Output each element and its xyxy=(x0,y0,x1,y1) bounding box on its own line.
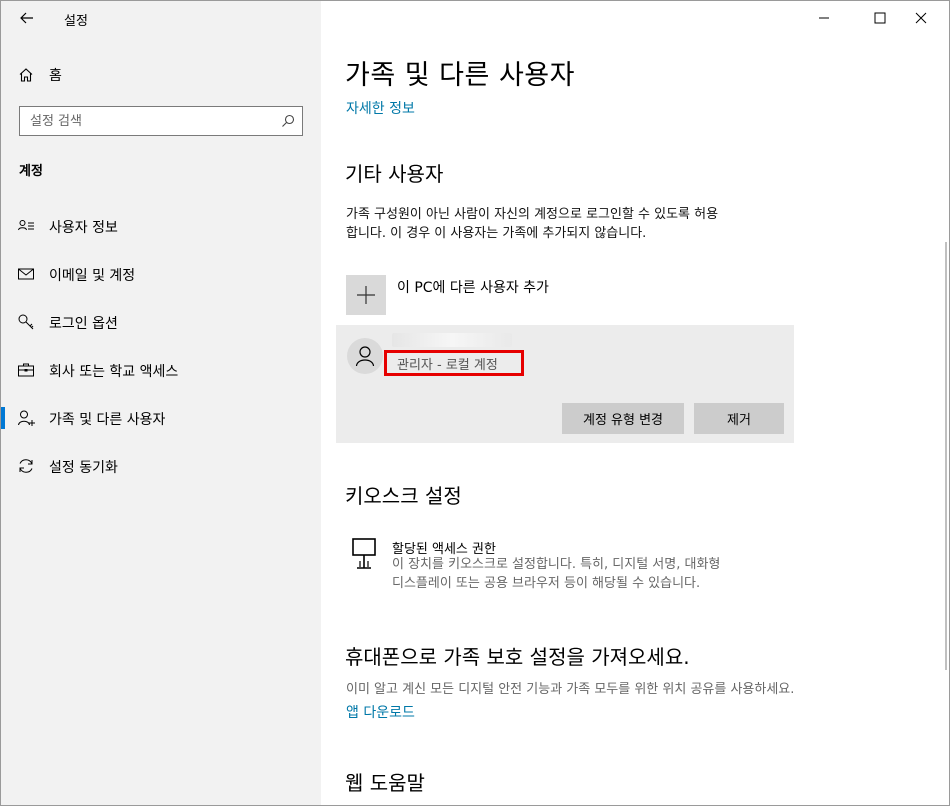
assigned-access-description: 이 장치를 키오스크로 설정합니다. 특히, 디지털 서명, 대화형 디스플레이… xyxy=(392,555,720,593)
plus-icon xyxy=(357,286,375,304)
web-help-heading: 웹 도움말 xyxy=(345,771,425,795)
close-button[interactable] xyxy=(898,1,944,35)
remove-button[interactable]: 제거 xyxy=(694,403,784,434)
briefcase-icon xyxy=(17,361,35,379)
user-info-icon xyxy=(17,217,35,235)
maximize-icon xyxy=(874,12,886,24)
page-title: 가족 및 다른 사용자 xyxy=(345,60,575,91)
sidebar-item-label: 이메일 및 계정 xyxy=(49,268,136,284)
description-line: 합니다. 이 경우 이 사용자는 가족에 추가되지 않습니다. xyxy=(346,226,647,241)
nav-home-label: 홈 xyxy=(49,68,62,84)
description-line: 이 장치를 키오스크로 설정합니다. 특히, 디지털 서명, 대화형 xyxy=(392,557,721,572)
description-line: 디스플레이 또는 공용 브라우저 등이 해당될 수 있습니다. xyxy=(392,576,701,591)
add-user-button[interactable] xyxy=(346,275,386,315)
search-icon[interactable] xyxy=(280,113,296,129)
sidebar-item-label: 회사 또는 학교 액세스 xyxy=(49,364,179,380)
add-user-row[interactable]: 이 PC에 다른 사용자 추가 xyxy=(346,274,549,316)
other-users-heading: 기타 사용자 xyxy=(345,162,444,186)
sidebar-section-title: 계정 xyxy=(19,164,43,179)
kiosk-heading: 키오스크 설정 xyxy=(345,484,462,508)
key-icon xyxy=(17,313,35,331)
description-line: 가족 구성원이 아닌 사람이 자신의 계정으로 로그인할 수 있도록 허용 xyxy=(346,207,719,222)
search-input[interactable] xyxy=(30,112,270,130)
sidebar-item-work-school[interactable]: 회사 또는 학교 액세스 xyxy=(1,350,321,390)
person-add-icon xyxy=(17,409,35,427)
sidebar-item-label: 로그인 옵션 xyxy=(49,316,118,332)
home-icon xyxy=(19,68,33,82)
selected-indicator xyxy=(1,407,5,429)
sidebar-item-sync[interactable]: 설정 동기화 xyxy=(1,446,321,486)
minimize-icon xyxy=(819,17,829,19)
change-account-type-button[interactable]: 계정 유형 변경 xyxy=(562,403,684,434)
person-icon xyxy=(355,346,375,367)
back-button[interactable] xyxy=(15,7,39,29)
sidebar-item-user-info[interactable]: 사용자 정보 xyxy=(1,206,321,246)
add-user-label: 이 PC에 다른 사용자 추가 xyxy=(397,280,549,296)
sidebar-item-label: 설정 동기화 xyxy=(49,460,118,476)
kiosk-icon xyxy=(352,538,376,569)
avatar xyxy=(347,338,383,374)
settings-window: 설정 홈 계정 사용자 정보 xyxy=(0,0,950,806)
sync-icon xyxy=(17,457,35,475)
back-arrow-icon xyxy=(20,12,33,24)
main-content: 가족 및 다른 사용자 자세한 정보 기타 사용자 가족 구성원이 아닌 사람이… xyxy=(321,1,949,805)
settings-search-box[interactable] xyxy=(19,106,303,136)
more-info-link[interactable]: 자세한 정보 xyxy=(346,98,415,118)
window-title: 설정 xyxy=(64,14,88,29)
user-account-card[interactable]: 관리자 - 로컬 계정 계정 유형 변경 제거 xyxy=(336,325,794,443)
blurred-user-name xyxy=(392,333,512,347)
sidebar-item-sign-in[interactable]: 로그인 옵션 xyxy=(1,302,321,342)
nav-home[interactable]: 홈 xyxy=(17,63,62,87)
maximize-button[interactable] xyxy=(857,1,903,35)
sidebar-item-label: 가족 및 다른 사용자 xyxy=(49,412,166,428)
scrollbar[interactable] xyxy=(945,242,947,670)
sidebar-item-email[interactable]: 이메일 및 계정 xyxy=(1,254,321,294)
mail-icon xyxy=(17,265,35,283)
sidebar-item-label: 사용자 정보 xyxy=(49,220,118,236)
minimize-button[interactable] xyxy=(801,1,847,35)
family-safety-heading: 휴대폰으로 가족 보호 설정을 가져오세요. xyxy=(345,645,690,669)
account-type-highlight: 관리자 - 로컬 계정 xyxy=(384,350,524,376)
sidebar-item-family[interactable]: 가족 및 다른 사용자 xyxy=(1,398,321,438)
family-safety-description: 이미 알고 계신 모든 디지털 안전 기능과 가족 모두를 위한 위치 공유를 … xyxy=(346,682,795,697)
close-icon xyxy=(915,12,927,24)
account-type-label: 관리자 - 로컬 계정 xyxy=(397,357,498,373)
app-download-link[interactable]: 앱 다운로드 xyxy=(346,702,415,722)
sidebar: 설정 홈 계정 사용자 정보 xyxy=(1,1,321,805)
other-users-description: 가족 구성원이 아닌 사람이 자신의 계정으로 로그인할 수 있도록 허용 합니… xyxy=(346,205,718,243)
